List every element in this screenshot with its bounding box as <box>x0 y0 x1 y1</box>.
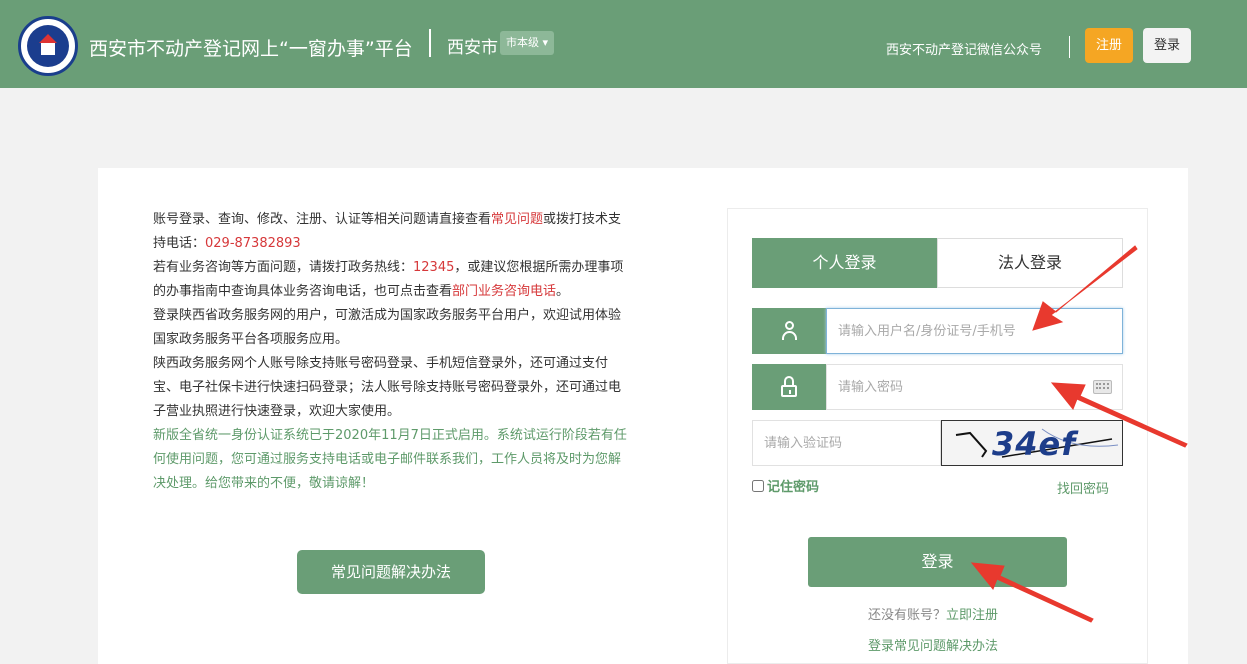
register-now-link[interactable]: 立即注册 <box>946 608 998 623</box>
forgot-password-link[interactable]: 找回密码 <box>1057 478 1109 497</box>
notice-p1-text: 账号登录、查询、修改、注册、认证等相关问题请直接查看 <box>153 212 492 227</box>
no-account-label: 还没有账号？ <box>868 608 947 623</box>
virtual-keyboard-icon[interactable] <box>1093 380 1112 394</box>
hotline-number: 12345 <box>413 260 455 275</box>
captcha-image[interactable]: 34ef <box>941 420 1123 466</box>
header: 西安市不动产登记网上“一窗办事”平台 西安市 市本级 ▾ 西安不动产登记微信公众… <box>0 0 1247 88</box>
username-input[interactable] <box>826 308 1123 354</box>
no-account-text: 还没有账号？立即注册 <box>868 604 998 623</box>
notice-paragraph-4: 陕西政务服务网个人账号除支持账号密码登录、手机短信登录外，还可通过支付宝、电子社… <box>153 356 622 419</box>
header-divider-2 <box>1069 36 1070 58</box>
city-label: 西安市 <box>447 38 498 58</box>
dept-phone-link[interactable]: 部门业务咨询电话 <box>452 284 556 299</box>
tab-personal-login[interactable]: 个人登录 <box>752 238 937 288</box>
notice-paragraph-5: 新版全省统一身份认证系统已于2020年11月7日正式启用。系统试运行阶段若有任何… <box>153 428 627 491</box>
username-icon-box <box>752 308 826 354</box>
faq-solutions-button[interactable]: 常见问题解决办法 <box>297 550 485 594</box>
logo-roof-shape <box>39 34 57 43</box>
remember-password[interactable]: 记住密码 <box>752 476 819 495</box>
notice-paragraph-3: 登录陕西省政务服务网的用户，可激活成为国家政务服务平台用户，欢迎试用体验国家政务… <box>153 308 622 347</box>
support-phone: 029-87382893 <box>205 236 301 251</box>
faq-inline-link[interactable]: 常见问题 <box>491 212 543 227</box>
header-login-button[interactable]: 登录 <box>1143 28 1191 63</box>
caret-down-icon: ▾ <box>542 36 549 49</box>
notice-text: 账号登录、查询、修改、注册、认证等相关问题请直接查看常见问题或拨打技术支持电话：… <box>153 208 633 496</box>
user-icon <box>782 321 797 341</box>
notice-p2-text-c: 。 <box>556 284 570 299</box>
wechat-account-link[interactable]: 西安不动产登记微信公众号 <box>886 39 1042 58</box>
tab-legal-login[interactable]: 法人登录 <box>937 238 1123 288</box>
remember-checkbox[interactable] <box>752 480 764 492</box>
captcha-text: 34ef <box>992 425 1077 463</box>
notice-paragraph-1: 账号登录、查询、修改、注册、认证等相关问题请直接查看常见问题或拨打技术支持电话：… <box>153 208 633 256</box>
register-button[interactable]: 注册 <box>1085 28 1133 63</box>
login-faq-link[interactable]: 登录常见问题解决办法 <box>868 635 998 654</box>
password-icon-box <box>752 364 826 410</box>
site-title[interactable]: 西安市不动产登记网上“一窗办事”平台 <box>89 34 413 61</box>
level-select[interactable]: 市本级 ▾ <box>500 31 555 55</box>
level-select-value: 市本级 <box>506 36 539 49</box>
notice-paragraph-2: 若有业务咨询等方面问题，请拨打政务热线：12345，或建议您根据所需办理事项的办… <box>153 256 633 304</box>
site-logo-icon[interactable] <box>18 16 78 76</box>
login-submit-button[interactable]: 登录 <box>808 537 1067 587</box>
remember-label: 记住密码 <box>767 480 820 495</box>
notice-p2-text: 若有业务咨询等方面问题，请拨打政务热线： <box>153 260 414 275</box>
password-input[interactable] <box>826 364 1123 410</box>
lock-icon <box>781 376 797 398</box>
logo-emblem <box>27 25 69 67</box>
captcha-input[interactable] <box>752 420 941 466</box>
logo-base-shape <box>41 43 55 55</box>
header-divider <box>429 29 431 57</box>
